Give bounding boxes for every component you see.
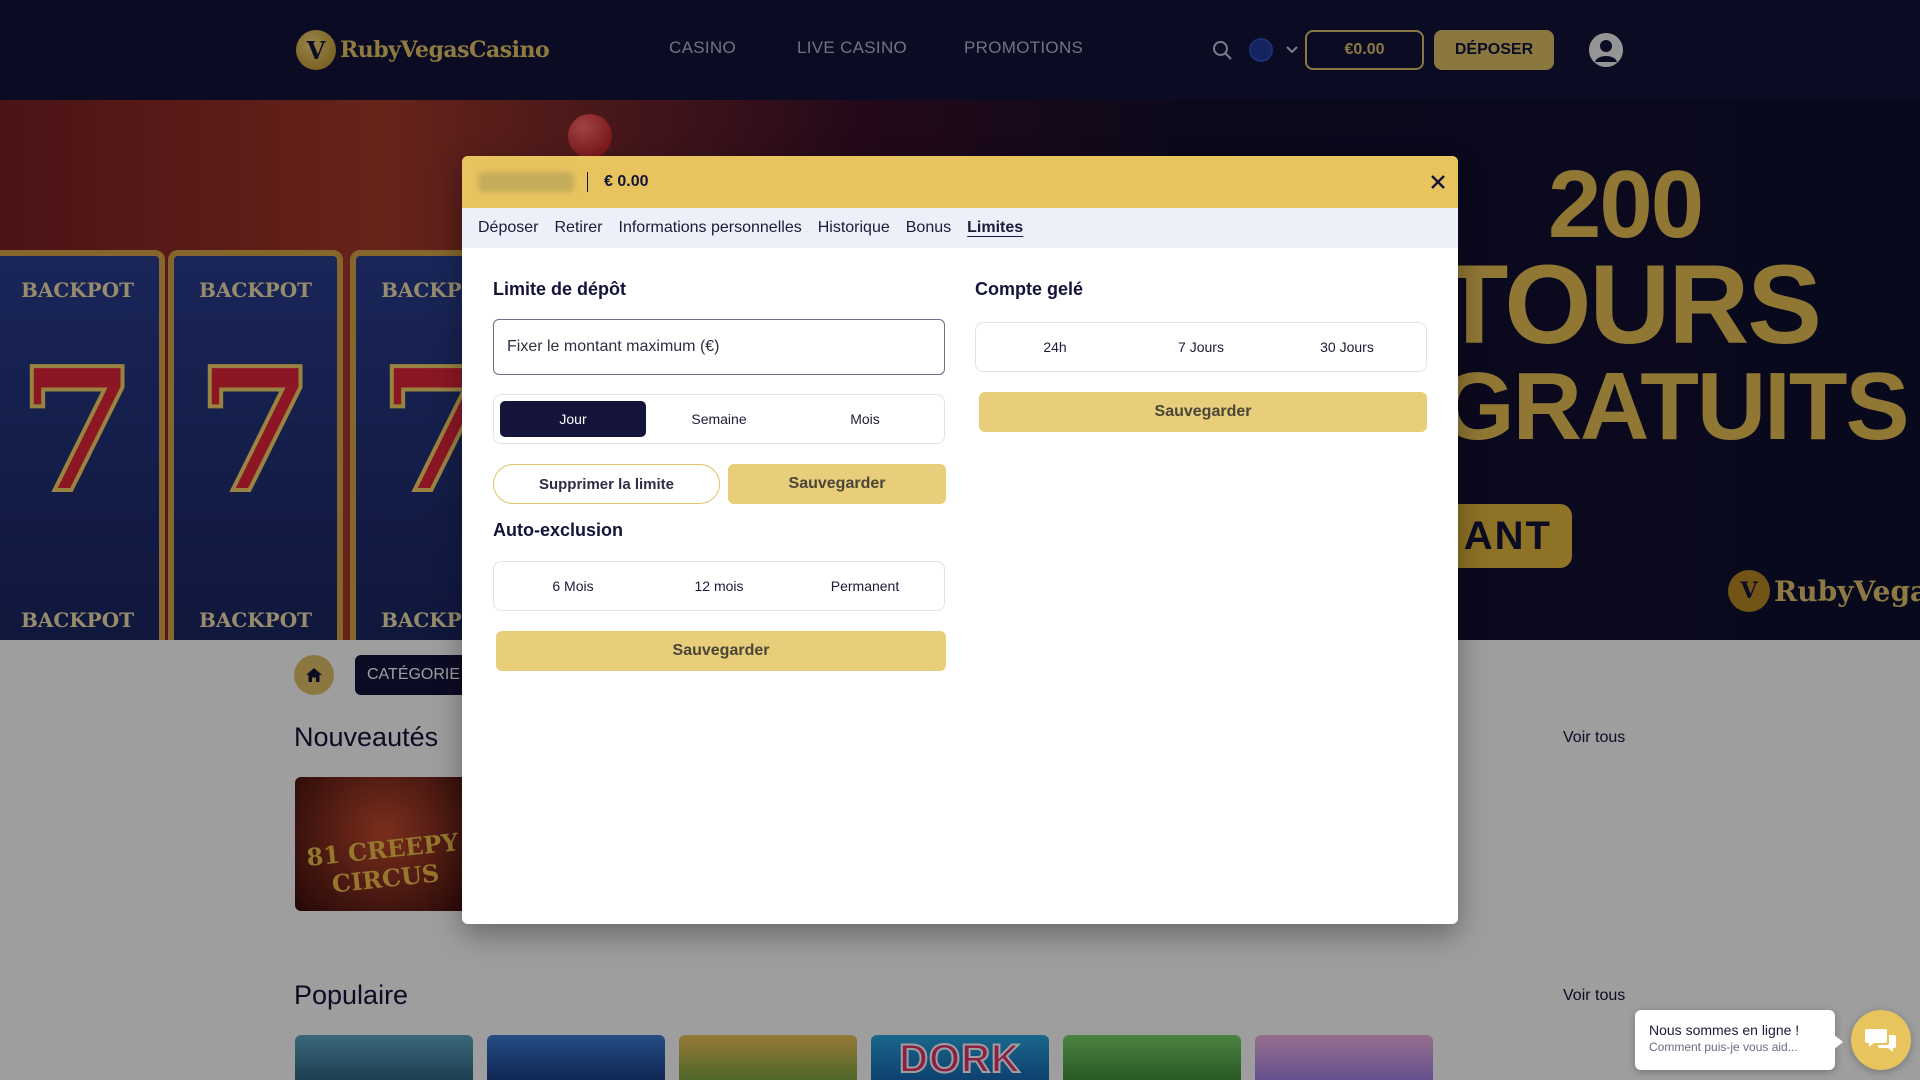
account-modal: € 0.00 Déposer Retirer Informations pers… (462, 156, 1458, 924)
freeze-30-days-option[interactable]: 30 Jours (1274, 329, 1420, 365)
exclusion-6-months-option[interactable]: 6 Mois (500, 568, 646, 604)
freeze-24h-option[interactable]: 24h (982, 329, 1128, 365)
tab-personal-info[interactable]: Informations personnelles (619, 218, 802, 238)
close-icon[interactable] (1428, 172, 1448, 192)
tab-history[interactable]: Historique (818, 218, 890, 238)
period-month-option[interactable]: Mois (792, 401, 938, 437)
remove-limit-button[interactable]: Supprimer la limite (493, 464, 720, 504)
self-exclusion-title: Auto-exclusion (493, 520, 624, 540)
chat-bubble[interactable]: Nous sommes en ligne ! Comment puis-je v… (1635, 1010, 1835, 1070)
modal-balance: € 0.00 (604, 173, 649, 190)
save-account-freeze-button[interactable]: Sauvegarder (979, 392, 1427, 432)
tab-deposit[interactable]: Déposer (478, 218, 538, 238)
tab-limits[interactable]: Limites (967, 218, 1023, 238)
self-exclusion-selector: 6 Mois 12 mois Permanent (493, 561, 945, 611)
deposit-limit-period-selector: Jour Semaine Mois (493, 394, 945, 444)
deposit-limit-title: Limite de dépôt (493, 279, 627, 299)
chat-icon (1865, 1029, 1896, 1052)
save-self-exclusion-button[interactable]: Sauvegarder (496, 631, 946, 671)
save-deposit-limit-button[interactable]: Sauvegarder (728, 464, 946, 504)
account-freeze-selector: 24h 7 Jours 30 Jours (975, 322, 1427, 372)
username-redacted (478, 172, 574, 192)
period-week-option[interactable]: Semaine (646, 401, 792, 437)
chat-title: Nous sommes en ligne ! (1649, 1022, 1800, 1038)
freeze-7-days-option[interactable]: 7 Jours (1128, 329, 1274, 365)
chat-bubble-arrow (1833, 1034, 1843, 1050)
tab-withdraw[interactable]: Retirer (554, 218, 602, 238)
modal-header: € 0.00 (462, 156, 1458, 208)
account-freeze-title: Compte gelé (975, 279, 1084, 299)
exclusion-permanent-option[interactable]: Permanent (792, 568, 938, 604)
deposit-limit-amount-input[interactable] (493, 319, 945, 375)
modal-tabs: Déposer Retirer Informations personnelle… (462, 208, 1458, 248)
exclusion-12-months-option[interactable]: 12 mois (646, 568, 792, 604)
header-divider (587, 172, 588, 192)
chat-subtitle: Comment puis-je vous aid... (1649, 1040, 1798, 1054)
tab-bonus[interactable]: Bonus (906, 218, 951, 238)
chat-launcher-button[interactable] (1851, 1010, 1911, 1070)
period-day-option[interactable]: Jour (500, 401, 646, 437)
